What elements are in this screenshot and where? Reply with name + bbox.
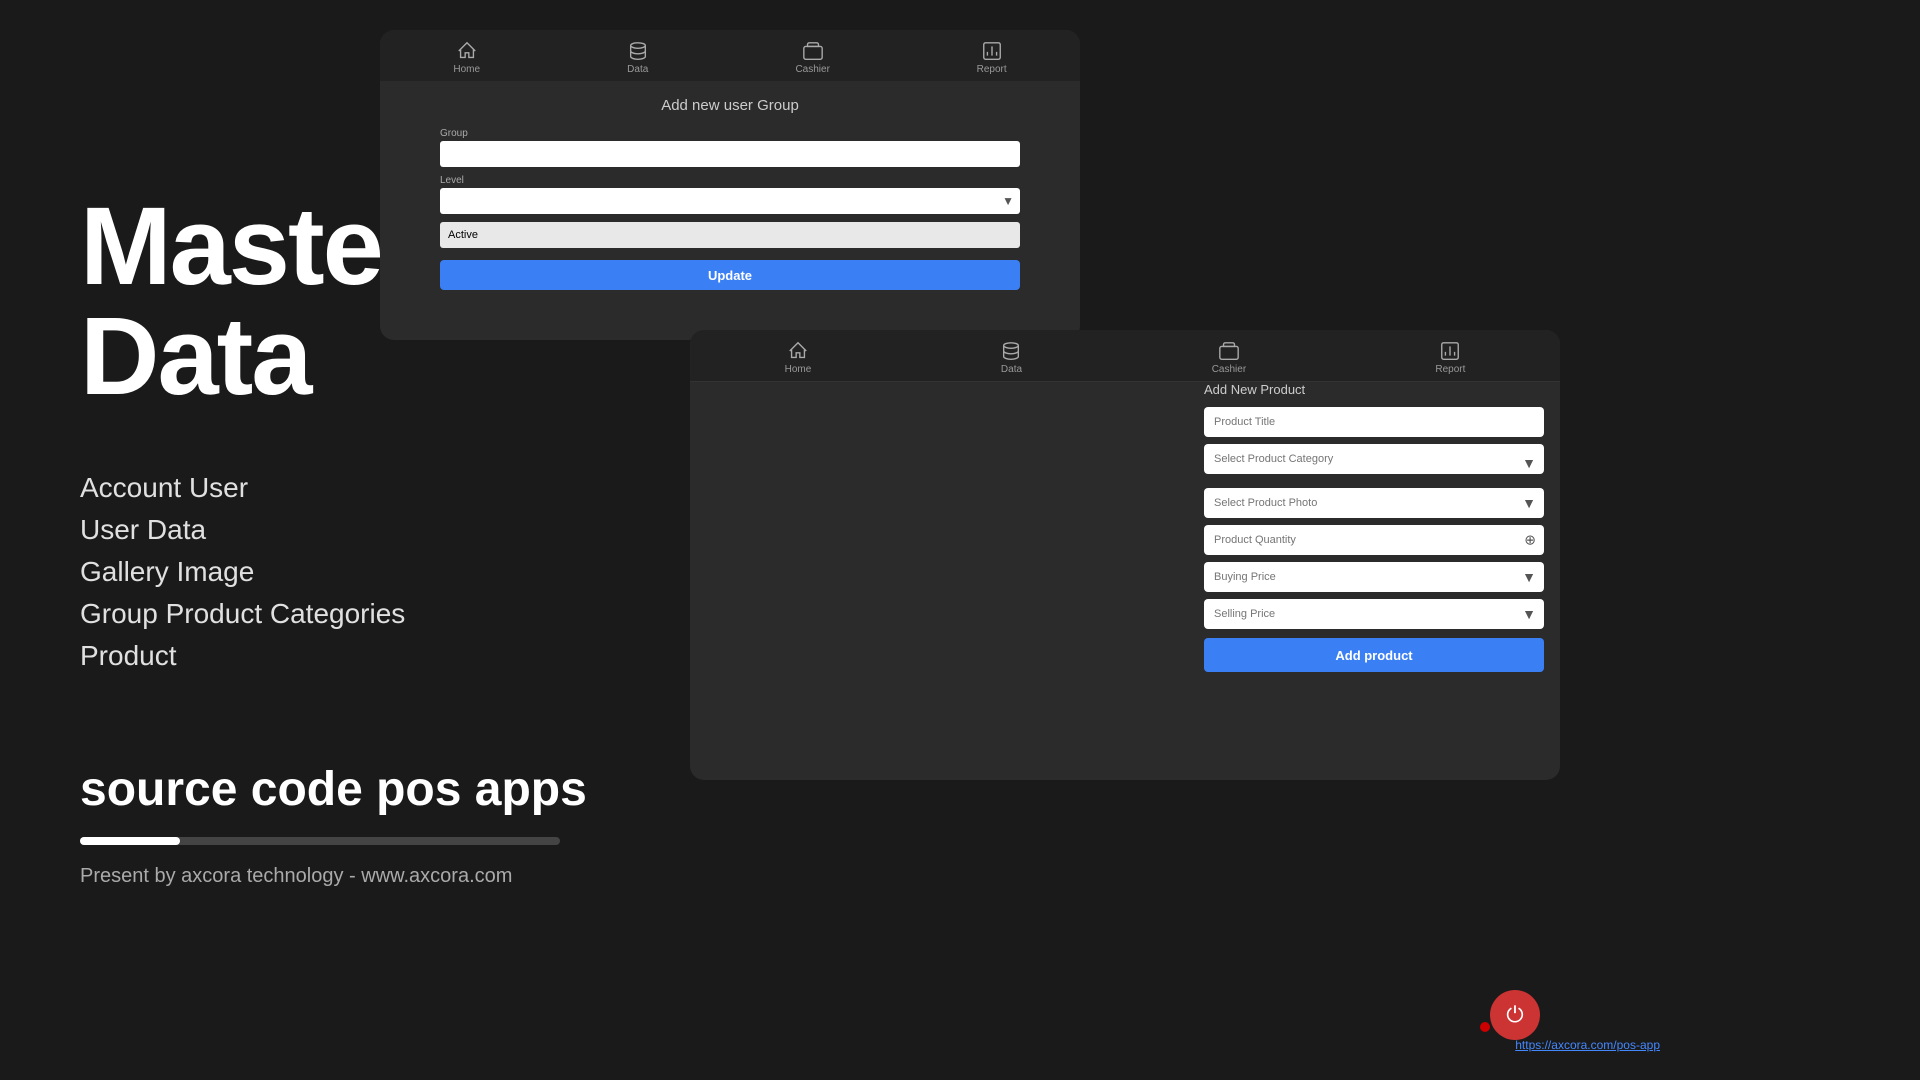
level-input[interactable]: [440, 188, 1020, 214]
buying-price-input[interactable]: [1204, 562, 1544, 592]
product-form-area: Add New Product ▼ ▼ ⊕ ▼ ▼: [1204, 382, 1544, 672]
top-app-screenshot: Home Data Cashier Report Add new user Gr…: [380, 30, 1080, 340]
selling-price-input[interactable]: [1204, 599, 1544, 629]
nav-home[interactable]: Home: [453, 40, 480, 75]
product-title-input[interactable]: [1204, 407, 1544, 437]
selling-price-wrapper: ▼: [1204, 599, 1544, 629]
power-button[interactable]: ⏻: [1490, 990, 1540, 1040]
product-photo-wrapper: ▼: [1204, 488, 1544, 518]
bottom-nav-cashier[interactable]: Cashier: [1212, 340, 1246, 375]
product-qty-wrapper: ⊕: [1204, 525, 1544, 555]
form-title: Add new user Group: [661, 97, 799, 114]
product-qty-input[interactable]: [1204, 525, 1544, 555]
active-input[interactable]: [440, 222, 1020, 248]
buying-price-wrapper: ▼: [1204, 562, 1544, 592]
product-category-wrapper: ▼: [1204, 444, 1544, 481]
top-nav-bar: Home Data Cashier Report: [380, 30, 1080, 81]
power-icon: ⏻: [1506, 1002, 1523, 1028]
group-label: Group: [440, 128, 1020, 139]
progress-bar-fill: [80, 837, 180, 845]
nav-data[interactable]: Data: [627, 40, 649, 75]
link-text[interactable]: https://axcora.com/pos-app: [1515, 1038, 1660, 1052]
add-product-button[interactable]: Add product: [1204, 638, 1544, 672]
product-photo-input[interactable]: [1204, 488, 1544, 518]
level-field-wrapper: Level ▼: [440, 175, 1020, 214]
bottom-app-screenshot: Home Data Cashier Report Add New Product…: [690, 330, 1560, 780]
update-button[interactable]: Update: [440, 260, 1020, 290]
group-input[interactable]: [440, 141, 1020, 167]
level-dropdown-icon: ▼: [1002, 194, 1014, 208]
top-form-area: Add new user Group Group Level ▼ Update: [380, 81, 1080, 306]
bottom-nav-report[interactable]: Report: [1435, 340, 1465, 375]
right-section: Home Data Cashier Report Add new user Gr…: [380, 0, 1920, 1080]
nav-cashier[interactable]: Cashier: [795, 40, 829, 75]
bottom-nav-bar: Home Data Cashier Report: [690, 330, 1560, 382]
level-label: Level: [440, 175, 1020, 186]
nav-report[interactable]: Report: [977, 40, 1007, 75]
active-field-wrapper: [440, 222, 1020, 248]
add-product-title: Add New Product: [1204, 382, 1544, 397]
product-category-input[interactable]: [1204, 444, 1544, 474]
level-input-wrapper: ▼: [440, 188, 1020, 214]
bottom-nav-data[interactable]: Data: [1000, 340, 1022, 375]
group-field-wrapper: Group: [440, 128, 1020, 167]
bottom-nav-home[interactable]: Home: [785, 340, 812, 375]
red-dot-indicator: [1480, 1022, 1490, 1032]
